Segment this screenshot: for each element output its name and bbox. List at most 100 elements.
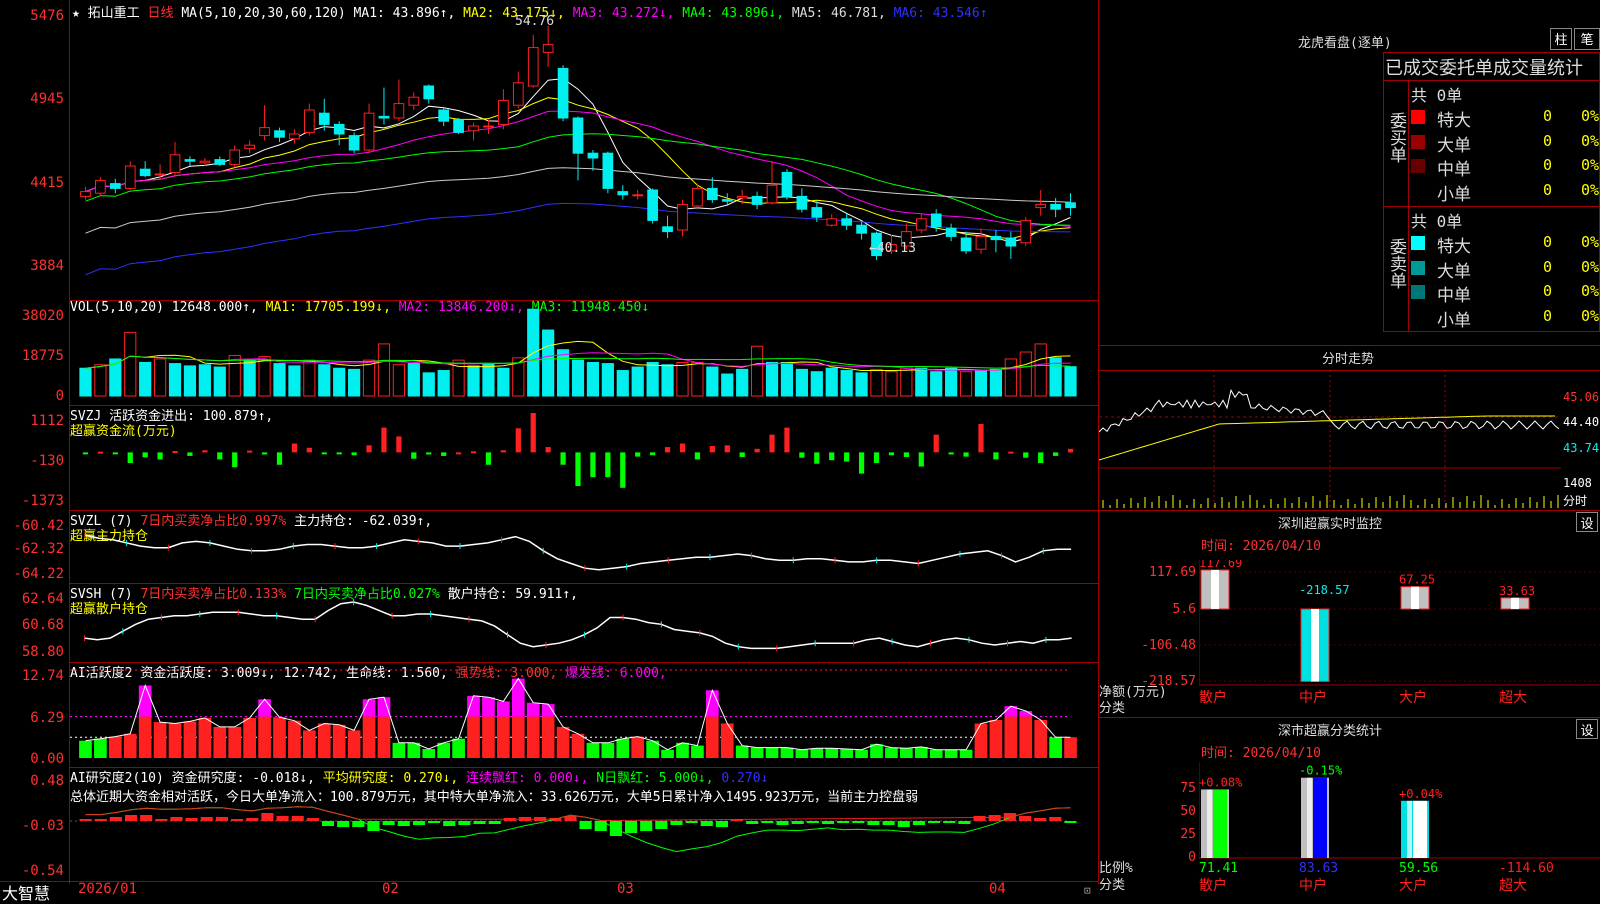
- sz-monitor-axis-0: 117.69: [1149, 565, 1196, 580]
- activity-bar: [661, 749, 674, 758]
- candle-body: [736, 195, 748, 199]
- research-bar: [791, 821, 804, 824]
- fund-flow-bar: [381, 427, 387, 453]
- svzl-axis-label-1: -62.32: [13, 541, 64, 557]
- buy-pct: 0%: [1581, 107, 1600, 125]
- volume-bar: [153, 358, 167, 397]
- volume-bar: [945, 367, 958, 397]
- activity-bar: [482, 716, 495, 758]
- date-tick-3: 04: [989, 881, 1006, 897]
- fund-flow-bar: [605, 452, 611, 478]
- activity-bar: [467, 716, 480, 758]
- fund-flow-bar: [411, 452, 417, 459]
- candle-body: [1065, 202, 1076, 209]
- candle-body: [318, 112, 330, 125]
- candle-body: [647, 189, 658, 221]
- fund-flow-bar: [948, 452, 954, 455]
- research-bar: [1018, 816, 1032, 821]
- lock-icon[interactable]: ⊡: [1084, 884, 1091, 897]
- volume-bar: [691, 361, 704, 397]
- low-price-label: ←40.13: [869, 241, 916, 256]
- sz-monitor-chart[interactable]: 117.69 散户 -218.57 中户 67.25 大户 33.63 超大: [1199, 560, 1600, 715]
- activity-bar-burst: [377, 697, 391, 717]
- volume-chart[interactable]: [70, 300, 1098, 405]
- sz-class-chart[interactable]: +0.08% 71.41散户 -0.15% 83.63中户 +0.04% 59.56大户 -…: [1199, 762, 1600, 900]
- activity-bar: [317, 723, 331, 758]
- monitor-bar-highlight: [1311, 609, 1319, 682]
- activity-bar: [750, 747, 764, 758]
- sell-total: 共 0单: [1411, 212, 1463, 231]
- tab-bar-chart[interactable]: 柱: [1550, 28, 1572, 50]
- sz-monitor-settings-button[interactable]: 设: [1576, 512, 1598, 532]
- ai-res-axis-label-2: -0.54: [21, 863, 64, 879]
- fund-flow-bar: [799, 452, 805, 458]
- activity-bar: [929, 749, 943, 758]
- candle-body: [303, 109, 315, 133]
- activity-bar: [1019, 716, 1033, 758]
- research-bar: [367, 821, 380, 831]
- volume-bar: [885, 371, 898, 397]
- sz-monitor-border: [1099, 510, 1600, 511]
- monitor-category-label: 散户: [1199, 689, 1227, 706]
- candle-body: [930, 213, 942, 228]
- research-bar: [488, 821, 501, 824]
- candle-body: [1005, 237, 1017, 247]
- tab-tick-list[interactable]: 笔: [1574, 28, 1600, 50]
- candle-body: [95, 179, 106, 194]
- fund-flow-bar: [739, 452, 745, 457]
- intraday-chart[interactable]: [1099, 370, 1561, 510]
- activity-bar: [258, 716, 271, 758]
- volume-bar: [124, 331, 137, 397]
- fund-flow-bar: [157, 452, 163, 460]
- candle-body: [677, 203, 688, 231]
- candlestick-chart[interactable]: [70, 0, 1098, 300]
- candle-body: [378, 115, 390, 119]
- color-swatch: [1411, 236, 1425, 250]
- fund-flow-bar: [903, 452, 909, 457]
- candle-body: [781, 171, 793, 197]
- research-bar: [291, 816, 304, 821]
- vol-axis-label-0: 38020: [21, 308, 64, 324]
- volume-bar: [348, 368, 361, 397]
- svsh-axis-label-1: 60.68: [21, 617, 64, 633]
- activity-bar: [198, 717, 212, 758]
- activity-bar: [974, 723, 988, 758]
- activity-bar: [601, 742, 615, 758]
- sell-pct: 0%: [1581, 257, 1600, 276]
- volume-bar: [930, 371, 943, 397]
- ai-research-chart[interactable]: [70, 767, 1098, 881]
- activity-bar: [914, 746, 928, 758]
- activity-bar: [556, 726, 570, 758]
- research-bar: [670, 821, 683, 825]
- color-swatch: [1411, 159, 1425, 173]
- candle-body: [692, 187, 703, 207]
- monitor-category-label: 大户: [1399, 689, 1427, 706]
- main-holding-line: [84, 534, 1072, 571]
- volume-bar: [840, 370, 853, 397]
- main-axis-label-2: 4415: [30, 175, 64, 191]
- research-bar: [109, 817, 122, 821]
- research-bar: [806, 821, 819, 823]
- research-bar: [897, 821, 910, 827]
- fund-flow-bar: [1067, 448, 1074, 453]
- class-category-label: 散户: [1199, 877, 1227, 894]
- candle-body: [945, 227, 957, 237]
- volume-bar: [94, 364, 107, 397]
- fund-flow-bar: [575, 452, 581, 487]
- research-bar: [397, 821, 410, 826]
- ai-activity-chart[interactable]: [70, 662, 1098, 767]
- candle-body: [408, 96, 420, 106]
- svsh-chart[interactable]: [70, 583, 1098, 662]
- intraday-axis-2: 43.74: [1563, 441, 1600, 455]
- activity-bar: [228, 726, 242, 758]
- sz-class-settings-button[interactable]: 设: [1576, 719, 1598, 739]
- buy-label: 大单: [1437, 135, 1471, 156]
- research-bar: [1049, 817, 1062, 821]
- fund-flow-bar: [829, 452, 835, 461]
- svzj-chart[interactable]: [70, 405, 1098, 510]
- class-bottom-value: 59.56: [1399, 861, 1438, 876]
- svzl-chart[interactable]: [70, 510, 1098, 583]
- brand-logo[interactable]: 大智慧: [2, 880, 50, 904]
- candle-body: [1035, 203, 1047, 209]
- volume-bar: [556, 349, 570, 397]
